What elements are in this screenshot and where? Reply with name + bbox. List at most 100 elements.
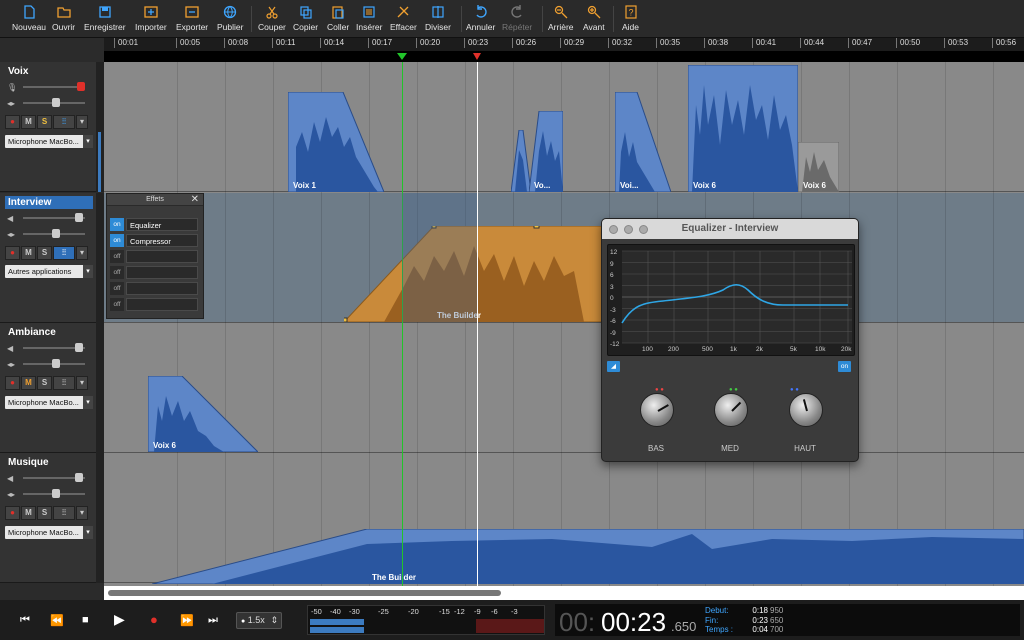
copy-button[interactable]: Copier: [293, 3, 318, 35]
track-name[interactable]: Musique: [5, 456, 93, 469]
effect-name[interactable]: Compressor: [126, 234, 198, 247]
selection-region[interactable]: [402, 193, 477, 322]
window-zoom-button[interactable]: [639, 225, 648, 234]
undo-button[interactable]: Annuler: [466, 3, 495, 35]
zoom-in-button[interactable]: Avant: [583, 3, 605, 35]
effects-button[interactable]: ⫶⫶: [53, 115, 75, 129]
skip-to-end-icon[interactable]: ⏭: [208, 614, 218, 627]
tracks-area[interactable]: Voix 1 Vo... Voi... Voix 6 Voix 6 The Bu…: [104, 62, 1024, 586]
volume-slider[interactable]: ◀: [5, 343, 93, 353]
record-arm-button[interactable]: ●: [5, 376, 20, 390]
knob-dial[interactable]: [789, 393, 823, 427]
lane-voix[interactable]: [104, 62, 1024, 192]
effect-toggle[interactable]: off: [110, 282, 124, 295]
input-device-select[interactable]: Autres applications ▾: [5, 265, 93, 278]
solo-button[interactable]: S: [37, 115, 52, 129]
import-button[interactable]: Importer: [135, 3, 167, 35]
volume-slider[interactable]: ◀: [5, 473, 93, 483]
eq-graph[interactable]: 12 9 6 3 0 -3 -6 -9 -12 100 200 500 1k 2k 5k 10k…: [607, 244, 855, 356]
effect-toggle[interactable]: on: [110, 218, 124, 231]
scrollbar-thumb[interactable]: [108, 590, 501, 596]
effect-slot[interactable]: off: [110, 282, 200, 295]
publish-button[interactable]: Publier: [217, 3, 243, 35]
effect-name[interactable]: [126, 298, 198, 311]
redo-button[interactable]: Répéter: [502, 3, 532, 35]
mid-knob[interactable]: ● ●: [710, 387, 750, 439]
effects-button[interactable]: ⫶⫶: [53, 506, 75, 520]
track-name[interactable]: Voix: [5, 65, 93, 78]
effect-toggle[interactable]: off: [110, 266, 124, 279]
new-button[interactable]: Nouveau: [12, 3, 46, 35]
erase-button[interactable]: Effacer: [390, 3, 417, 35]
high-knob[interactable]: ● ●: [785, 387, 825, 439]
effects-button[interactable]: ⫶⫶: [53, 246, 75, 260]
effect-name[interactable]: [126, 282, 198, 295]
solo-button[interactable]: S: [37, 506, 52, 520]
effect-slot[interactable]: off: [110, 250, 200, 263]
pan-slider[interactable]: ◂▸: [5, 489, 93, 499]
marker-bar[interactable]: [104, 52, 1024, 62]
menu-button[interactable]: ▾: [76, 115, 88, 129]
mute-button[interactable]: M: [21, 376, 36, 390]
menu-button[interactable]: ▾: [76, 246, 88, 260]
record-arm-button[interactable]: ●: [5, 115, 20, 129]
export-button[interactable]: Exporter: [176, 3, 208, 35]
play-icon[interactable]: ▶: [114, 611, 125, 628]
effect-toggle[interactable]: on: [110, 234, 124, 247]
open-button[interactable]: Ouvrir: [52, 3, 75, 35]
slider-knob[interactable]: [75, 473, 83, 482]
pan-slider[interactable]: ◂▸: [5, 359, 93, 369]
slider-knob[interactable]: [52, 98, 60, 107]
effect-toggle[interactable]: off: [110, 250, 124, 263]
effect-slot[interactable]: on Compressor: [110, 234, 200, 247]
record-icon[interactable]: ●: [150, 612, 158, 627]
timeline-ruler[interactable]: 00:01 00:05 00:08 00:11 00:14 00:17 00:2…: [104, 38, 1024, 52]
horizontal-scrollbar[interactable]: [104, 586, 1024, 600]
bass-knob[interactable]: ● ●: [636, 387, 676, 439]
effect-name[interactable]: Equalizer: [126, 218, 198, 231]
volume-slider[interactable]: ◀: [5, 213, 93, 223]
slider-knob[interactable]: [52, 489, 60, 498]
cut-button[interactable]: Couper: [258, 3, 286, 35]
audio-clip[interactable]: Voix 6: [688, 65, 798, 192]
window-close-button[interactable]: [609, 225, 618, 234]
record-arm-button[interactable]: ●: [5, 506, 20, 520]
eq-on-button[interactable]: on: [838, 361, 851, 372]
fast-forward-icon[interactable]: ⏩: [180, 614, 194, 627]
mute-button[interactable]: M: [21, 115, 36, 129]
effect-slot[interactable]: off: [110, 298, 200, 311]
eq-shape-button[interactable]: ◢: [607, 361, 620, 372]
menu-button[interactable]: ▾: [76, 376, 88, 390]
effect-name[interactable]: [126, 250, 198, 263]
audio-clip[interactable]: Voix 6: [148, 376, 258, 452]
playback-rate-select[interactable]: ● 1.5x ⇕: [236, 612, 282, 629]
help-button[interactable]: ? Aide: [622, 3, 639, 35]
mute-button[interactable]: M: [21, 506, 36, 520]
slider-knob[interactable]: [75, 213, 83, 222]
slider-knob[interactable]: [77, 82, 85, 91]
knob-dial[interactable]: [640, 393, 674, 427]
stop-icon[interactable]: ■: [82, 614, 89, 626]
audio-clip[interactable]: Voix 6: [798, 142, 839, 192]
save-button[interactable]: Enregistrer: [84, 3, 126, 35]
effects-button[interactable]: ⫶⫶: [53, 376, 75, 390]
input-device-select[interactable]: Microphone MacBo... ▾: [5, 396, 93, 409]
input-device-select[interactable]: Microphone MacBo... ▾: [5, 135, 93, 148]
effect-name[interactable]: [126, 266, 198, 279]
pan-slider[interactable]: ◂▸: [5, 229, 93, 239]
effect-toggle[interactable]: off: [110, 298, 124, 311]
audio-clip[interactable]: Voix 1: [288, 92, 384, 192]
paste-button[interactable]: Coller: [327, 3, 349, 35]
zoom-out-button[interactable]: Arrière: [548, 3, 574, 35]
mute-button[interactable]: M: [21, 246, 36, 260]
insert-button[interactable]: Insérer: [356, 3, 382, 35]
solo-button[interactable]: S: [37, 246, 52, 260]
end-marker[interactable]: [473, 53, 481, 60]
input-device-select[interactable]: Microphone MacBo... ▾: [5, 526, 93, 539]
slider-knob[interactable]: [75, 343, 83, 352]
solo-button[interactable]: S: [37, 376, 52, 390]
skip-to-start-icon[interactable]: ⏮: [20, 614, 30, 627]
audio-clip[interactable]: The Builder: [152, 529, 1024, 584]
effect-slot[interactable]: on Equalizer: [110, 218, 200, 231]
audio-clip[interactable]: Voi...: [615, 92, 671, 192]
